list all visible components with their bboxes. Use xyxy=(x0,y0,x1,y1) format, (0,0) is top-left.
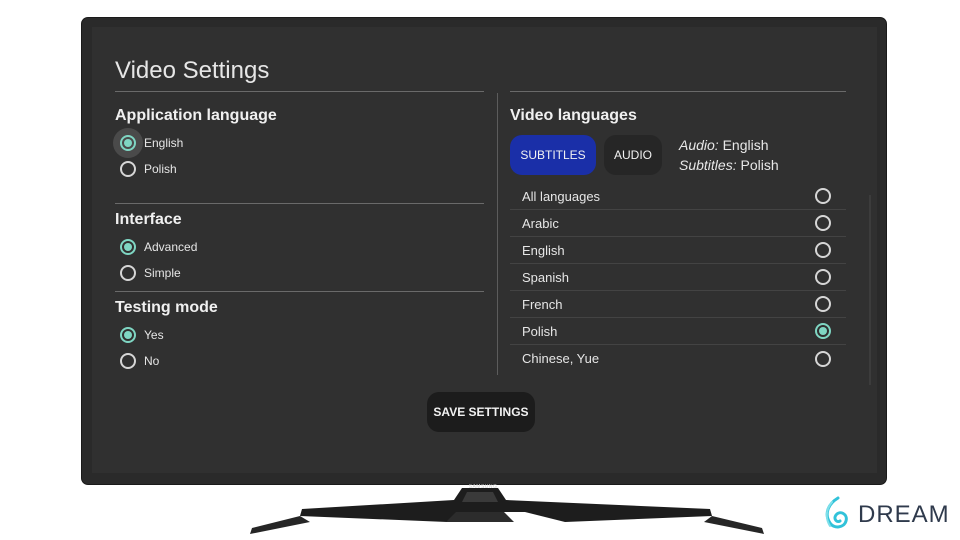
language-label: Polish xyxy=(522,323,558,339)
subtitles-tab-button[interactable]: SUBTITLES xyxy=(510,135,596,175)
app-language-option-polish[interactable]: Polish xyxy=(120,159,177,179)
radio-unchecked-icon xyxy=(815,350,831,367)
language-list: All languages Arabic English Spanish Fre… xyxy=(510,183,846,372)
interface-option-simple[interactable]: Simple xyxy=(120,263,181,283)
radio-unchecked-icon xyxy=(120,353,136,369)
language-row[interactable]: French xyxy=(510,291,846,318)
option-label: Yes xyxy=(144,328,164,342)
save-settings-button[interactable]: SAVE SETTINGS xyxy=(427,392,535,432)
subtitles-status-value: Polish xyxy=(740,157,779,173)
radio-checked-icon xyxy=(120,327,136,343)
audio-status-value: English xyxy=(722,137,769,153)
app-language-heading: Application language xyxy=(115,107,277,124)
app-language-option-english[interactable]: English xyxy=(120,133,183,153)
list-scrollbar[interactable] xyxy=(869,195,871,385)
language-label: All languages xyxy=(522,188,601,204)
tv-screen: Video Settings Application language Engl… xyxy=(92,27,877,473)
radio-unchecked-icon xyxy=(120,265,136,281)
language-row[interactable]: Spanish xyxy=(510,264,846,291)
radio-unchecked-icon xyxy=(815,269,831,285)
option-label: Advanced xyxy=(144,240,198,254)
column-divider xyxy=(497,93,498,375)
interface-option-advanced[interactable]: Advanced xyxy=(120,237,197,257)
audio-tab-button[interactable]: AUDIO xyxy=(604,135,662,175)
testing-mode-option-no[interactable]: No xyxy=(120,351,159,371)
option-label: No xyxy=(144,354,160,368)
page-title: Video Settings xyxy=(115,57,270,84)
subtitles-status: Subtitles: Polish xyxy=(679,155,779,175)
radio-unchecked-icon xyxy=(120,161,136,177)
language-row[interactable]: All languages xyxy=(510,183,846,210)
option-label: Simple xyxy=(144,266,181,280)
section-divider xyxy=(115,203,484,204)
language-label: Arabic xyxy=(522,215,559,231)
subtitles-status-key: Subtitles: xyxy=(679,157,737,173)
radio-unchecked-icon xyxy=(815,296,831,312)
audio-status-key: Audio: xyxy=(679,137,719,153)
audio-status: Audio: English xyxy=(679,135,769,155)
interface-heading: Interface xyxy=(115,211,182,228)
testing-mode-option-yes[interactable]: Yes xyxy=(120,325,164,345)
radio-checked-icon xyxy=(815,323,831,339)
language-row[interactable]: Polish xyxy=(510,318,846,345)
radio-checked-icon xyxy=(120,135,136,151)
language-label: Chinese, Yue xyxy=(522,351,600,366)
radio-unchecked-icon xyxy=(815,188,831,204)
radio-unchecked-icon xyxy=(815,242,831,258)
language-row[interactable]: Arabic xyxy=(510,210,846,237)
title-divider-left xyxy=(115,91,484,92)
option-label: English xyxy=(144,136,184,150)
language-label: French xyxy=(522,296,563,312)
testing-mode-heading: Testing mode xyxy=(115,299,218,316)
title-divider-right xyxy=(510,91,846,92)
dream-logo-text: DREAM xyxy=(858,501,950,528)
radio-checked-icon xyxy=(120,239,136,255)
dream-swirl-icon xyxy=(825,496,848,529)
radio-unchecked-icon xyxy=(815,215,831,231)
tv-brand-label: SAMSUNG xyxy=(468,484,498,490)
dream-logo: DREAM xyxy=(822,496,950,534)
video-languages-heading: Video languages xyxy=(510,107,637,124)
language-label: English xyxy=(522,242,565,258)
language-label: Spanish xyxy=(522,269,569,285)
language-row[interactable]: Chinese, Yue xyxy=(510,345,846,372)
language-row[interactable]: English xyxy=(510,237,846,264)
section-divider xyxy=(115,291,484,292)
option-label: Polish xyxy=(144,162,177,176)
